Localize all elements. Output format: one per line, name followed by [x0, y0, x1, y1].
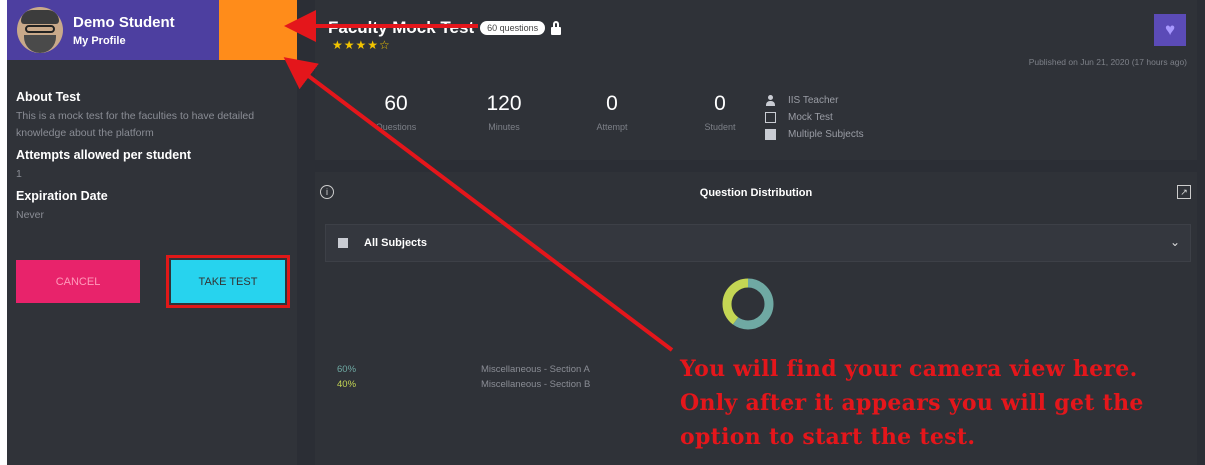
my-profile-link[interactable]: My Profile — [73, 35, 175, 47]
stat-minutes: 120 Minutes — [450, 92, 558, 132]
chevron-down-icon: ⌄ — [1169, 235, 1180, 249]
test-meta: IIS Teacher Mock Test Multiple Subjects — [765, 92, 864, 143]
test-title: Faculty Mock Test — [328, 18, 475, 37]
meta-type: Mock Test — [765, 109, 864, 126]
stat-value: 0 — [606, 92, 618, 115]
profile-bar[interactable]: Demo Student My Profile — [7, 0, 219, 60]
test-header: Faculty Mock Test 60 questions ★★★★☆ ♥ P… — [315, 0, 1197, 160]
annotation-line: option to start the test. — [680, 424, 976, 450]
expiry-heading: Expiration Date — [16, 189, 108, 203]
sidebar: Demo Student My Profile About Test This … — [7, 0, 297, 465]
heart-icon: ♥ — [1164, 20, 1176, 39]
legend-row: 40% Miscellaneous - Section B — [337, 377, 590, 392]
lock-icon — [551, 21, 562, 35]
annotation-text: You will find your camera view here. Onl… — [680, 352, 1200, 454]
meta-teacher-text: IIS Teacher — [788, 95, 839, 106]
stat-questions: 60 Questions — [342, 92, 450, 132]
legend-name: Miscellaneous - Section B — [481, 379, 591, 390]
attempts-heading: Attempts allowed per student — [16, 148, 192, 162]
stat-attempt: 0 Attempt — [558, 92, 666, 132]
stat-student: 0 Student — [666, 92, 774, 132]
attempts-value: 1 — [16, 168, 22, 180]
user-icon — [765, 95, 776, 106]
rating-stars: ★★★★☆ — [332, 38, 391, 52]
expand-icon[interactable]: ↗ — [1177, 185, 1191, 199]
profile-name: Demo Student — [73, 13, 175, 31]
questions-badge: 60 questions — [480, 21, 546, 35]
test-info: About Test This is a mock test for the f… — [16, 90, 286, 230]
calculator-icon — [765, 129, 776, 140]
legend-percent: 60% — [337, 364, 357, 375]
take-test-button[interactable]: TAKE TEST — [171, 260, 285, 303]
published-date: Published on Jun 21, 2020 (17 hours ago) — [1028, 57, 1187, 67]
distribution-title: Question Distribution — [699, 187, 813, 199]
legend-row: 60% Miscellaneous - Section A — [337, 362, 590, 377]
take-test-highlight: TAKE TEST — [166, 255, 290, 308]
camera-view-placeholder — [219, 0, 297, 60]
meta-subjects: Multiple Subjects — [765, 126, 864, 143]
stat-label: Attempt — [596, 122, 628, 132]
meta-type-text: Mock Test — [788, 112, 833, 123]
favorite-button[interactable]: ♥ — [1154, 14, 1186, 46]
distribution-legend: 60% Miscellaneous - Section A 40% Miscel… — [337, 362, 590, 392]
donut-chart — [720, 276, 776, 332]
stat-label: Questions — [375, 122, 417, 132]
legend-name: Miscellaneous - Section A — [481, 364, 590, 375]
left-edge — [0, 0, 7, 465]
annotation-line: Only after it appears you will get the — [680, 390, 1144, 416]
stat-value: 60 — [384, 92, 408, 115]
stats: 60 Questions 120 Minutes 0 Attempt 0 Stu… — [342, 92, 774, 132]
subject-select[interactable]: All Subjects ⌄ — [325, 224, 1191, 262]
edit-icon — [765, 112, 776, 123]
stat-value: 0 — [714, 92, 726, 115]
calculator-icon — [338, 238, 348, 248]
expiry-value: Never — [16, 209, 45, 221]
about-heading: About Test — [16, 90, 81, 104]
subject-select-value: All Subjects — [364, 237, 427, 249]
legend-percent: 40% — [337, 379, 357, 390]
stat-label: Student — [704, 122, 736, 132]
annotation-line: You will find your camera view here. — [680, 356, 1138, 382]
stat-value: 120 — [486, 92, 522, 115]
meta-subjects-text: Multiple Subjects — [788, 129, 864, 140]
stat-label: Minutes — [488, 122, 520, 132]
cancel-button[interactable]: CANCEL — [16, 260, 140, 303]
donut-svg — [722, 278, 774, 330]
avatar — [17, 7, 63, 53]
meta-teacher: IIS Teacher — [765, 92, 864, 109]
about-text: This is a mock test for the faculties to… — [16, 110, 255, 139]
